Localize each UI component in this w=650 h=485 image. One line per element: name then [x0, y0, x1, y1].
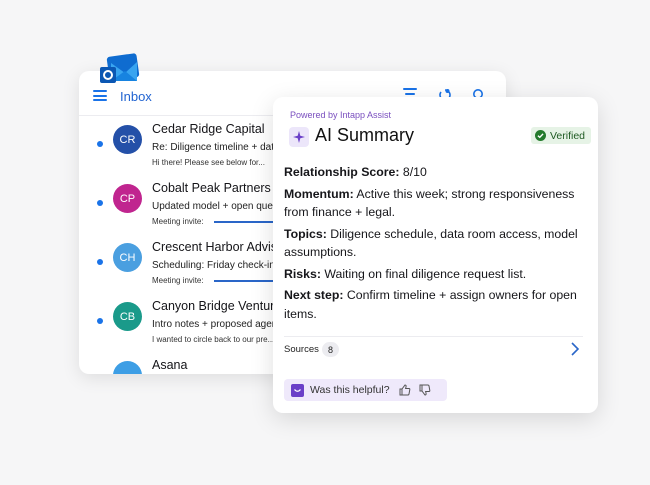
verified-label: Verified: [550, 129, 586, 142]
subject: Intro notes + proposed agen: [152, 319, 278, 330]
sender: Cobalt Peak Partners: [152, 181, 271, 195]
sender: Canyon Bridge Ventur: [152, 299, 275, 313]
subject: Re: Diligence timeline + data: [152, 142, 280, 153]
preview: Hi there! Please see below for...: [152, 158, 265, 167]
summary-item: Next step: Confirm timeline + assign own…: [284, 286, 584, 323]
verified-badge: Verified: [531, 127, 592, 144]
summary-label: Next step:: [284, 288, 344, 302]
subject: Scheduling: Friday check-in: [152, 260, 275, 271]
summary-label: Topics:: [284, 226, 327, 241]
inbox-title[interactable]: Inbox: [120, 89, 152, 104]
subject: Updated model + open ques: [152, 201, 278, 212]
feedback-label: Was this helpful?: [310, 384, 390, 396]
summary-text: Waiting on final diligence request list.: [320, 266, 527, 281]
summary-label: Momentum:: [284, 186, 354, 201]
thumbs-up-icon[interactable]: [399, 384, 411, 396]
summary-item: Topics: Diligence schedule, data room ac…: [284, 225, 584, 262]
ai-summary-card: Powered by Intapp Assist AI Summary Veri…: [273, 97, 598, 413]
preview: I wanted to circle back to our pre...: [152, 335, 275, 344]
summary-text: 8/10: [399, 165, 427, 179]
summary-label: Risks:: [284, 266, 321, 281]
unread-dot: [97, 200, 103, 206]
check-circle-icon: [535, 130, 546, 141]
summary-item: Momentum: Active this week; strong respo…: [284, 185, 584, 222]
avatar: [113, 361, 142, 374]
summary-item: Risks: Waiting on final diligence reques…: [284, 265, 584, 284]
unread-dot: [97, 259, 103, 265]
sources-count-badge: 8: [322, 342, 339, 357]
preview: Meeting invite:: [152, 276, 204, 285]
menu-icon[interactable]: [93, 90, 107, 101]
summary-body: Relationship Score: 8/10 Momentum: Activ…: [284, 163, 584, 326]
outlook-logo-icon: [100, 53, 140, 83]
divider: [284, 336, 583, 337]
chevron-right-icon[interactable]: [570, 342, 580, 356]
avatar: CH: [113, 243, 142, 272]
sparkle-icon: [289, 127, 309, 147]
sources-label[interactable]: Sources: [284, 344, 319, 355]
summary-label: Relationship Score:: [284, 165, 400, 179]
sender: Crescent Harbor Advis: [152, 240, 278, 254]
summary-item: Relationship Score: 8/10: [284, 163, 584, 182]
powered-by-label: Powered by Intapp Assist: [290, 110, 392, 120]
avatar: CB: [113, 302, 142, 331]
unread-dot: [97, 318, 103, 324]
unread-dot: [97, 141, 103, 147]
feedback-bar: Was this helpful?: [284, 379, 447, 401]
sender: Asana: [152, 358, 188, 372]
preview: Meeting invite:: [152, 217, 204, 226]
avatar: CR: [113, 125, 142, 154]
thumbs-down-icon[interactable]: [419, 384, 431, 396]
sender: Cedar Ridge Capital: [152, 122, 265, 136]
ai-summary-title: AI Summary: [315, 125, 415, 145]
feedback-icon: [291, 383, 304, 397]
summary-text: Diligence schedule, data room access, mo…: [284, 226, 578, 260]
avatar: CP: [113, 184, 142, 213]
